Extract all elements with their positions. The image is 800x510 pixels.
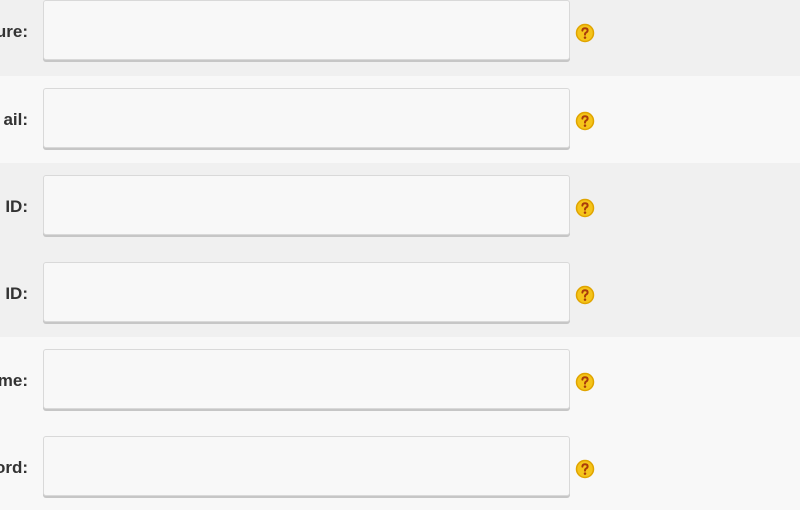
name-input[interactable] [43, 349, 570, 409]
help-question-icon[interactable] [575, 459, 595, 479]
field-label: ord: [0, 458, 28, 477]
field-label: ID: [5, 197, 28, 216]
field-label: ID: [5, 284, 28, 303]
form-row-password: ord: [0, 436, 800, 510]
field-label: me: [0, 371, 28, 390]
form-row-id-1: ID: [0, 175, 800, 262]
settings-form: ure: ail: ID: ID: me: ord: [0, 0, 800, 510]
help-question-icon[interactable] [575, 285, 595, 305]
form-row-id-2: ID: [0, 262, 800, 349]
signature-input[interactable] [43, 0, 570, 60]
email-input[interactable] [43, 88, 570, 148]
help-question-icon[interactable] [575, 111, 595, 131]
help-question-icon[interactable] [575, 372, 595, 392]
password-input[interactable] [43, 436, 570, 496]
help-question-icon[interactable] [575, 198, 595, 218]
field-label: ure: [0, 22, 28, 41]
help-question-icon[interactable] [575, 23, 595, 43]
id-input-2[interactable] [43, 262, 570, 322]
field-label: ail: [3, 110, 28, 129]
form-row-signature: ure: [0, 0, 800, 87]
form-row-name: me: [0, 349, 800, 436]
form-row-email: ail: [0, 88, 800, 175]
id-input-1[interactable] [43, 175, 570, 235]
